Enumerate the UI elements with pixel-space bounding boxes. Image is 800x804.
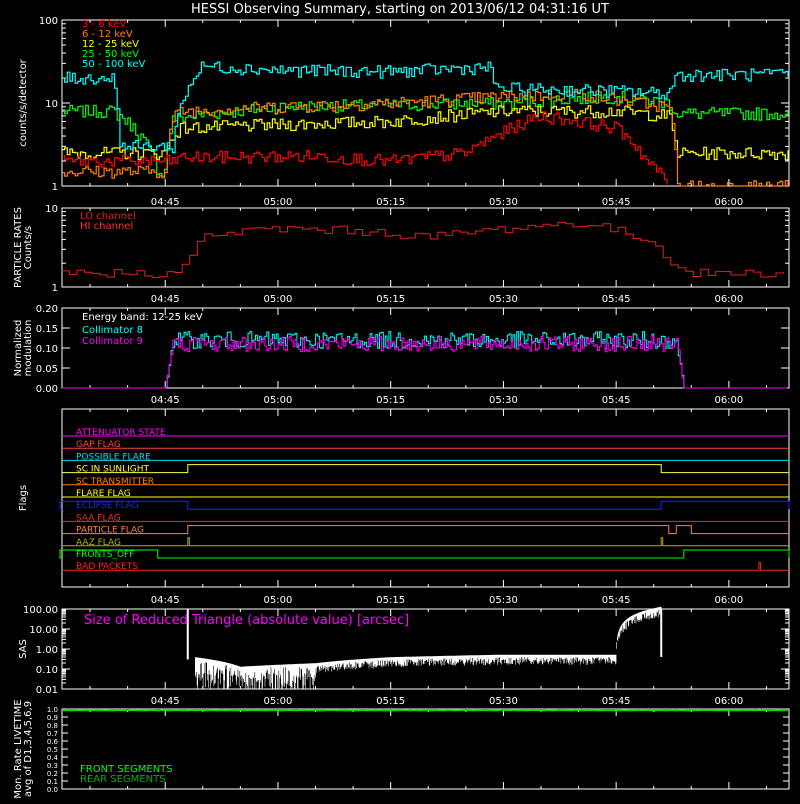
x-tick-label: 04:45 [151,197,180,208]
y-tick-label: 0.05 [36,364,58,375]
y-tick-label: 1.00 [36,645,58,656]
panel-annotation: Energy band: 12-25 keV [82,312,203,323]
legend-entry: Collimator 8 [82,325,143,336]
legend-entry: REAR SEGMENTS [80,774,166,785]
x-tick-label: 05:00 [264,696,293,707]
x-tick-label: 05:45 [602,595,631,606]
y-axis-label: SAS [18,639,29,659]
flag-label: ECLIPSE FLAG [76,501,139,511]
x-tick-label: 04:45 [151,595,180,606]
x-tick-label: 05:00 [264,197,293,208]
y-axis-label: Counts/s [23,226,34,270]
y-tick-label: 0.10 [36,344,58,355]
x-tick-label: 04:45 [151,696,180,707]
y-axis-label: counts/s/detector [18,58,29,146]
y-tick-label: 0.7 [47,730,58,738]
y-tick-label: 0.2 [47,770,58,778]
y-axis-label: avg of D1,3,4,5,6,9 [23,701,34,797]
x-tick-label: 05:00 [264,294,293,305]
y-tick-label: 1.0 [47,706,58,714]
y-tick-label: 10.00 [29,625,58,636]
x-tick-label: 06:00 [714,294,743,305]
x-tick-label: 05:00 [264,595,293,606]
x-tick-label: 05:30 [489,197,518,208]
y-tick-label: 0.20 [36,304,58,315]
x-tick-label: 05:15 [376,696,405,707]
y-tick-label: 100 [39,16,58,27]
y-tick-label: 1 [52,182,58,193]
x-tick-label: 04:45 [151,294,180,305]
y-tick-label: 0.8 [47,722,58,730]
y-tick-label: 100.00 [23,605,58,616]
panel-annotation: Size of Reduced Triangle (absolute value… [84,613,409,628]
x-tick-label: 06:00 [714,197,743,208]
legend-entry: Collimator 9 [82,336,143,347]
y-tick-label: 0.5 [47,746,58,754]
y-tick-label: 0.00 [36,384,58,395]
x-tick-label: 05:45 [602,696,631,707]
y-axis-label: modulation [23,320,34,377]
flag-label: FRONTS_OFF [76,550,134,560]
x-tick-label: 05:15 [376,395,405,406]
y-tick-label: 0.15 [36,324,58,335]
y-tick-label: 0.6 [47,738,59,746]
x-tick-label: 04:45 [151,395,180,406]
x-tick-label: 05:45 [602,197,631,208]
legend-entry: 50 - 100 keV [82,59,146,70]
x-tick-label: 05:45 [602,294,631,305]
x-tick-label: 06:00 [714,595,743,606]
y-tick-label: 0.3 [47,762,58,770]
x-tick-label: 05:15 [376,294,405,305]
hessi-summary-figure: HESSI Observing Summary, starting on 201… [0,0,800,800]
x-tick-label: 05:15 [376,197,405,208]
y-tick-label: 0.0 [47,786,58,794]
y-tick-label: 10 [45,204,58,215]
x-tick-label: 05:30 [489,696,518,707]
x-tick-label: 05:30 [489,395,518,406]
x-tick-label: 06:00 [714,395,743,406]
y-tick-label: 1 [52,283,58,294]
x-tick-label: 05:00 [264,395,293,406]
figure-title: HESSI Observing Summary, starting on 201… [191,2,609,17]
y-tick-label: 10 [45,99,58,110]
x-tick-label: 06:00 [714,696,743,707]
x-tick-label: 05:15 [376,595,405,606]
y-tick-label: 0.9 [47,714,58,722]
y-tick-label: 0.01 [36,685,58,696]
x-tick-label: 05:30 [489,294,518,305]
figure-canvas: HESSI Observing Summary, starting on 201… [0,0,800,800]
y-tick-label: 0.4 [47,754,59,762]
legend-entry: HI channel [80,221,133,232]
x-tick-label: 05:30 [489,595,518,606]
y-tick-label: 0.1 [47,778,58,786]
y-axis-label: Flags [18,485,29,511]
x-tick-label: 05:45 [602,395,631,406]
y-tick-label: 0.10 [36,665,58,676]
